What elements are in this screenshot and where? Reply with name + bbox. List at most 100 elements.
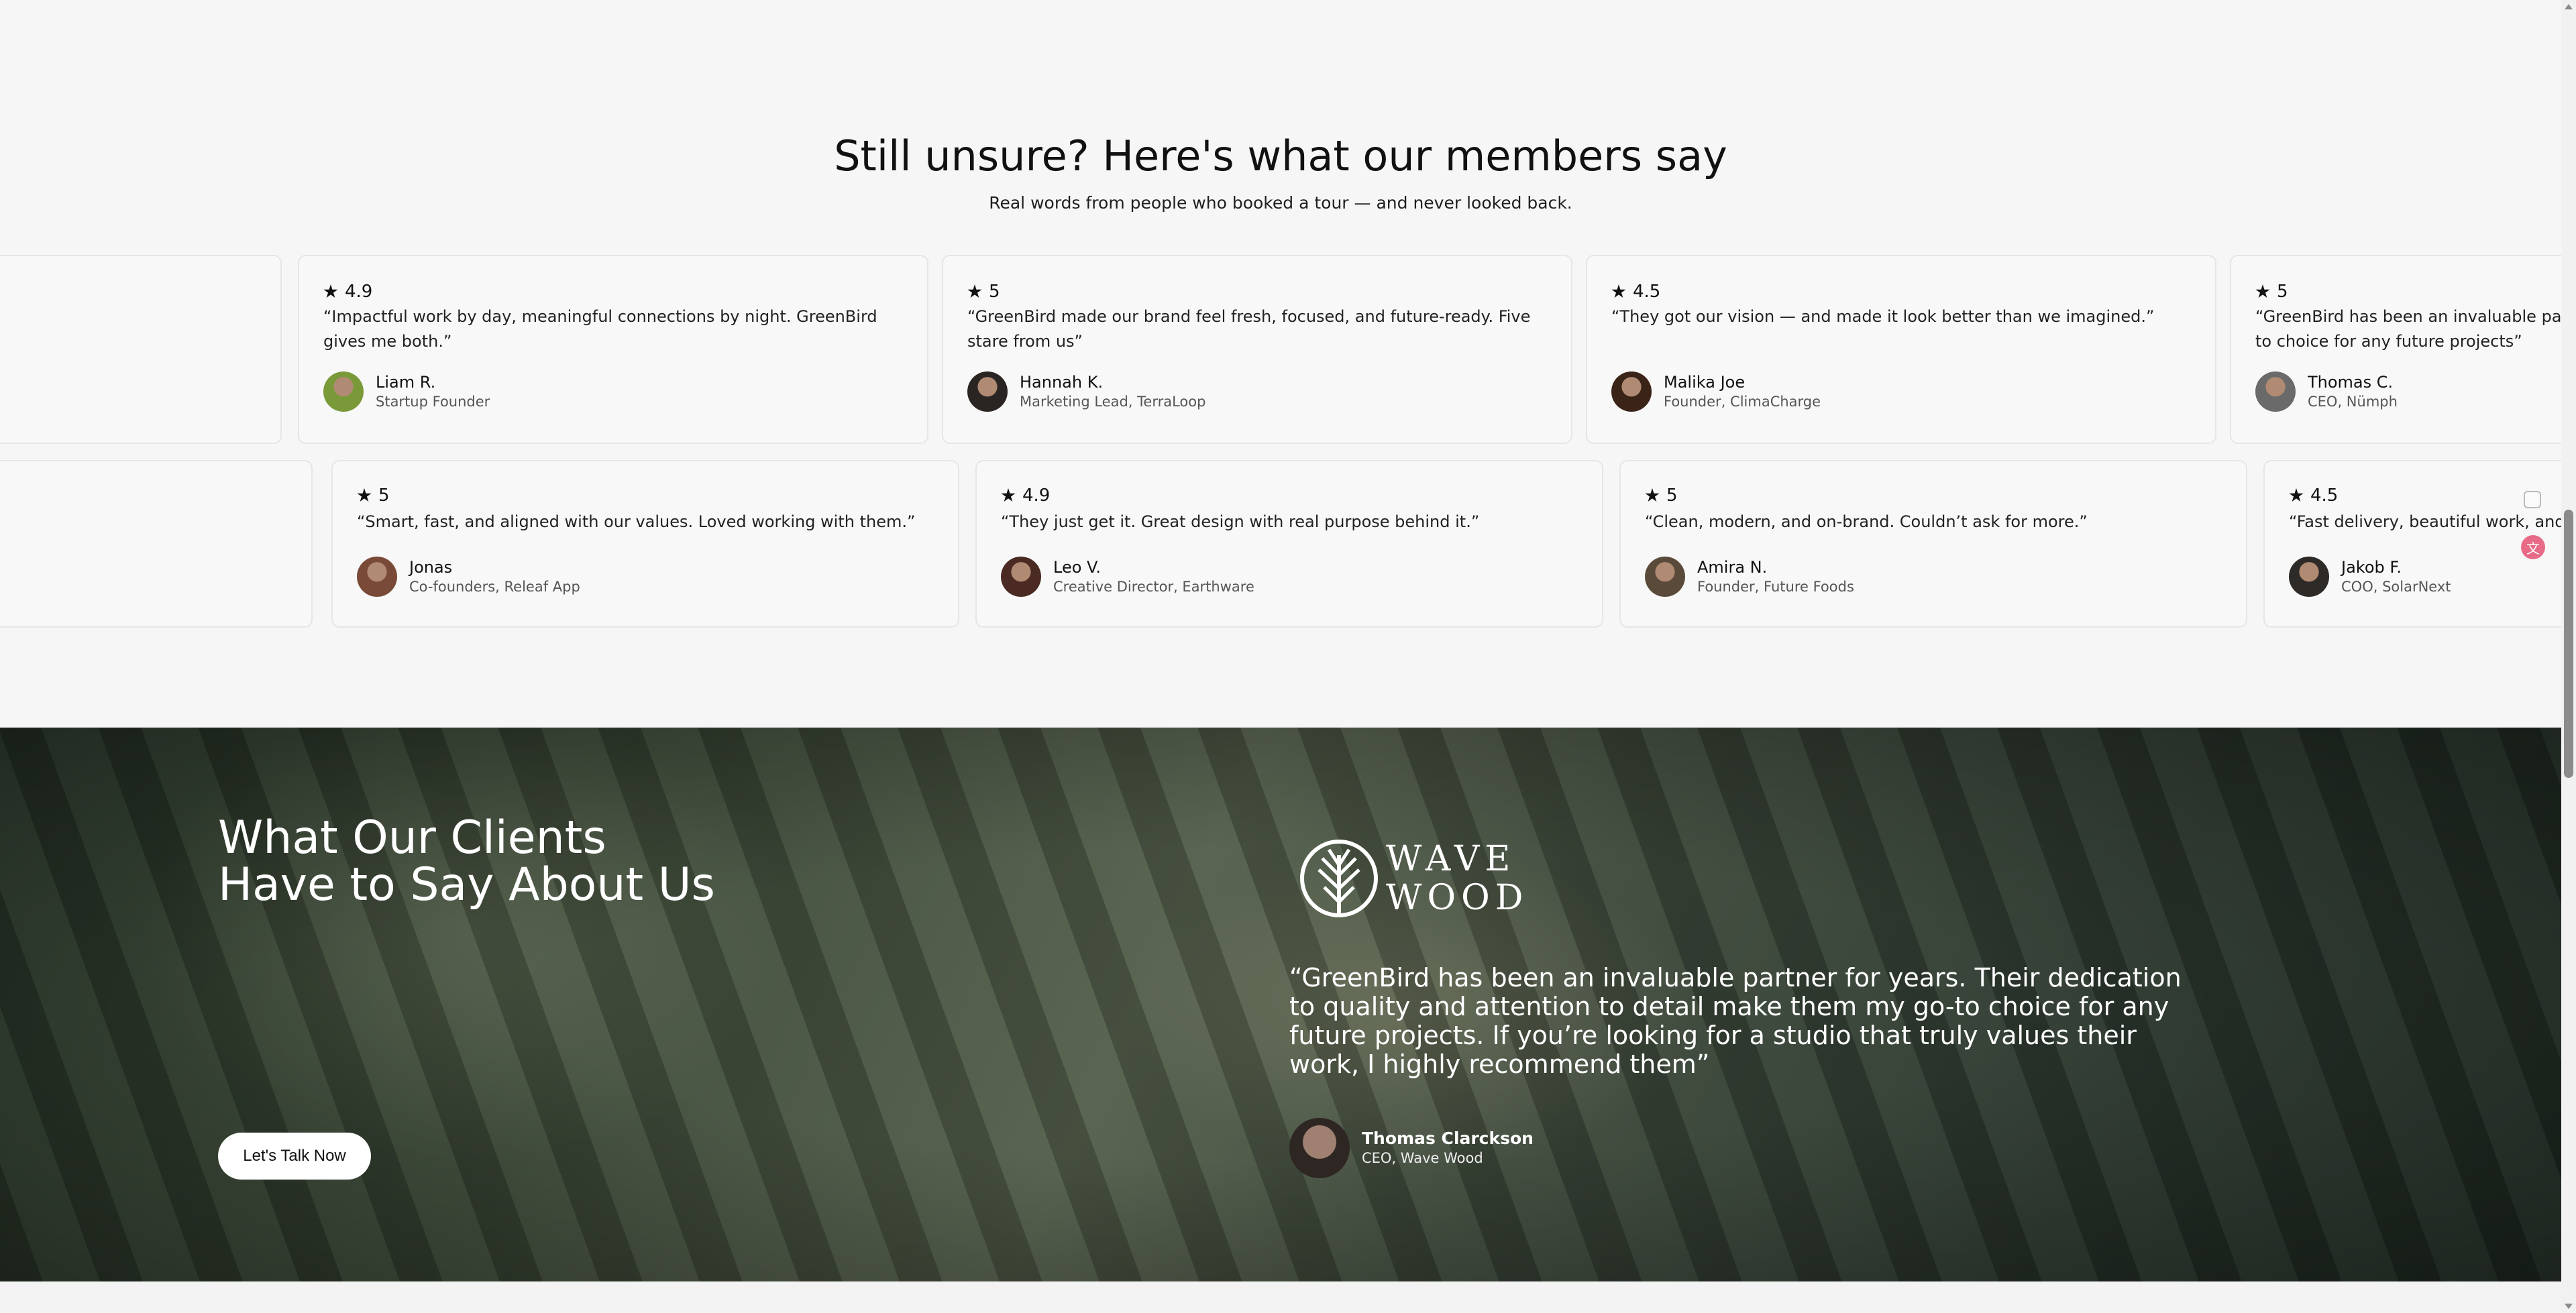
rating: 4.9: [323, 282, 372, 302]
star-icon: [1001, 488, 1016, 502]
avatar: [1289, 1118, 1350, 1178]
tree-logo-icon: [1300, 840, 1378, 917]
testimonial-quote: “GreenBird has been an invaluable partne…: [2255, 307, 2561, 351]
author-name: Jonas: [409, 558, 453, 577]
brand-wordmark: WAVE WOOD: [1386, 840, 1528, 917]
star-icon: [967, 284, 982, 298]
testimonial-author: Leo V. Creative Director, Earthware: [1001, 557, 1254, 597]
avatar: [1645, 557, 1685, 597]
testimonial-quote: “Fast delivery, beautiful work, and good…: [2289, 512, 2561, 531]
author-role: Marketing Lead, TerraLoop: [1020, 394, 1206, 410]
rating-value: 5: [378, 486, 390, 506]
rating: 5: [2255, 282, 2288, 302]
avatar: [357, 557, 397, 597]
hero-author-name: Thomas Clarckson: [1362, 1129, 1534, 1148]
testimonial-author: Hannah K. Marketing Lead, TerraLoop: [967, 372, 1205, 412]
testimonial-card: 4.5 “They got our vision — and made it lo…: [1586, 255, 2216, 444]
author-name: Liam R.: [376, 373, 436, 392]
author-name: Leo V.: [1053, 558, 1101, 577]
testimonial-card: 5 “GreenBird has been an invaluable partn…: [2230, 255, 2561, 444]
rating-value: 5: [989, 282, 1000, 302]
scroll-up-arrow[interactable]: [2565, 4, 2573, 9]
testimonial-quote: “GreenBird made our brand feel fresh, fo…: [967, 307, 1531, 351]
testimonial-card: 4.9 “They just get it. Great design with …: [975, 460, 1603, 628]
rating-value: 4.9: [345, 282, 373, 302]
lets-talk-button[interactable]: Let's Talk Now: [218, 1133, 371, 1180]
hero-author: Thomas Clarckson CEO, Wave Wood: [1289, 1118, 1534, 1178]
testimonial-row-1: or years. They are my go-to choice 4.9 “Im…: [0, 255, 2561, 444]
rating: 5: [357, 486, 390, 506]
testimonial-card: people.”: [0, 460, 313, 628]
testimonial-quote: or years. They are my go-to choice: [0, 304, 254, 329]
page: Still unsure? Here's what our members sa…: [0, 0, 2561, 1313]
testimonial-quote: “Smart, fast, and aligned with our value…: [357, 512, 916, 531]
author-role: Startup Founder: [376, 394, 490, 410]
rating: 4.9: [1001, 486, 1050, 506]
avatar: [967, 372, 1008, 412]
author-name: Malika Joe: [1664, 373, 1746, 392]
brand-line1: WAVE: [1386, 839, 1516, 879]
wave-wood-logo: WAVE WOOD: [1299, 828, 1528, 929]
author-role: CEO, Nümph: [2308, 394, 2398, 410]
section-subtitle: Real words from people who booked a tour…: [989, 193, 1572, 213]
testimonial-quote: “They got our vision — and made it look …: [1611, 307, 2155, 326]
star-icon: [2289, 488, 2304, 502]
author-role: Founder, ClimaCharge: [1664, 394, 1821, 410]
testimonial-card: 5 “GreenBird made our brand feel fresh, f…: [942, 255, 1572, 444]
hero-title: What Our Clients Have to Say About Us: [218, 815, 715, 909]
author-name: Amira N.: [1697, 558, 1768, 577]
testimonial-card: 5 “Clean, modern, and on-brand. Couldn’t …: [1619, 460, 2247, 628]
testimonial-card: 4.5 “Fast delivery, beautiful work, and g…: [2263, 460, 2561, 628]
avatar: [1611, 372, 1652, 412]
testimonial-card: 4.9 “Impactful work by day, meaningful co…: [298, 255, 928, 444]
rating-value: 4.5: [1633, 282, 1661, 302]
testimonial-quote: “They just get it. Great design with rea…: [1001, 512, 1480, 531]
testimonial-row-2: people.” 5 “Smart, fast, and aligned with …: [0, 460, 2561, 628]
testimonial-quote: “Impactful work by day, meaningful conne…: [323, 307, 877, 351]
hero-author-role: CEO, Wave Wood: [1362, 1150, 1483, 1166]
testimonial-author: Jonas Co-founders, Releaf App: [357, 557, 580, 597]
scroll-down-arrow[interactable]: [2565, 1304, 2573, 1309]
star-icon: [1611, 284, 1626, 298]
author-role: COO, SolarNext: [2341, 579, 2451, 595]
rating: 4.5: [1611, 282, 1660, 302]
rating-value: 5: [2277, 282, 2288, 302]
brand-line2: WOOD: [1386, 878, 1529, 918]
page-scrollbar[interactable]: [2561, 0, 2576, 1313]
rating: 5: [967, 282, 1000, 302]
rating-value: 4.9: [1022, 486, 1051, 506]
avatar: [323, 372, 364, 412]
testimonial-author: Amira N. Founder, Future Foods: [1645, 557, 1854, 597]
testimonial-quote: people.”: [0, 510, 284, 534]
hero-title-line2: Have to Say About Us: [218, 858, 715, 911]
author-name: Jakob F.: [2341, 558, 2402, 577]
avatar: [2289, 557, 2329, 597]
scroll-thumb[interactable]: [2564, 510, 2573, 778]
testimonial-author: Thomas C. CEO, Nümph: [2255, 372, 2398, 412]
testimonial-author: Jakob F. COO, SolarNext: [2289, 557, 2451, 597]
testimonial-author: Liam R. Startup Founder: [323, 372, 490, 412]
author-role: Creative Director, Earthware: [1053, 579, 1254, 595]
testimonial-author: Malika Joe Founder, ClimaCharge: [1611, 372, 1821, 412]
rating: 4.5: [2289, 486, 2338, 506]
star-icon: [357, 488, 372, 502]
author-role: Founder, Future Foods: [1697, 579, 1854, 595]
testimonial-quote: “Clean, modern, and on-brand. Couldn’t a…: [1645, 512, 2088, 531]
testimonial-card: or years. They are my go-to choice: [0, 255, 282, 444]
author-name: Thomas C.: [2308, 373, 2394, 392]
author-name: Hannah K.: [1020, 373, 1104, 392]
hero-title-line1: What Our Clients: [218, 811, 606, 864]
author-role: Co-founders, Releaf App: [409, 579, 580, 595]
star-icon: [323, 284, 338, 298]
translate-icon[interactable]: 文: [2521, 535, 2545, 559]
section-title: Still unsure? Here's what our members sa…: [834, 131, 1727, 180]
avatar: [1001, 557, 1041, 597]
next-section-edge: [0, 1281, 2561, 1313]
rating-value: 4.5: [2310, 486, 2339, 506]
testimonial-card: 5 “Smart, fast, and aligned with our valu…: [331, 460, 959, 628]
rating: 5: [1645, 486, 1678, 506]
grid-add-icon[interactable]: [2524, 491, 2541, 508]
avatar: [2255, 372, 2296, 412]
star-icon: [2255, 284, 2270, 298]
star-icon: [1645, 488, 1660, 502]
